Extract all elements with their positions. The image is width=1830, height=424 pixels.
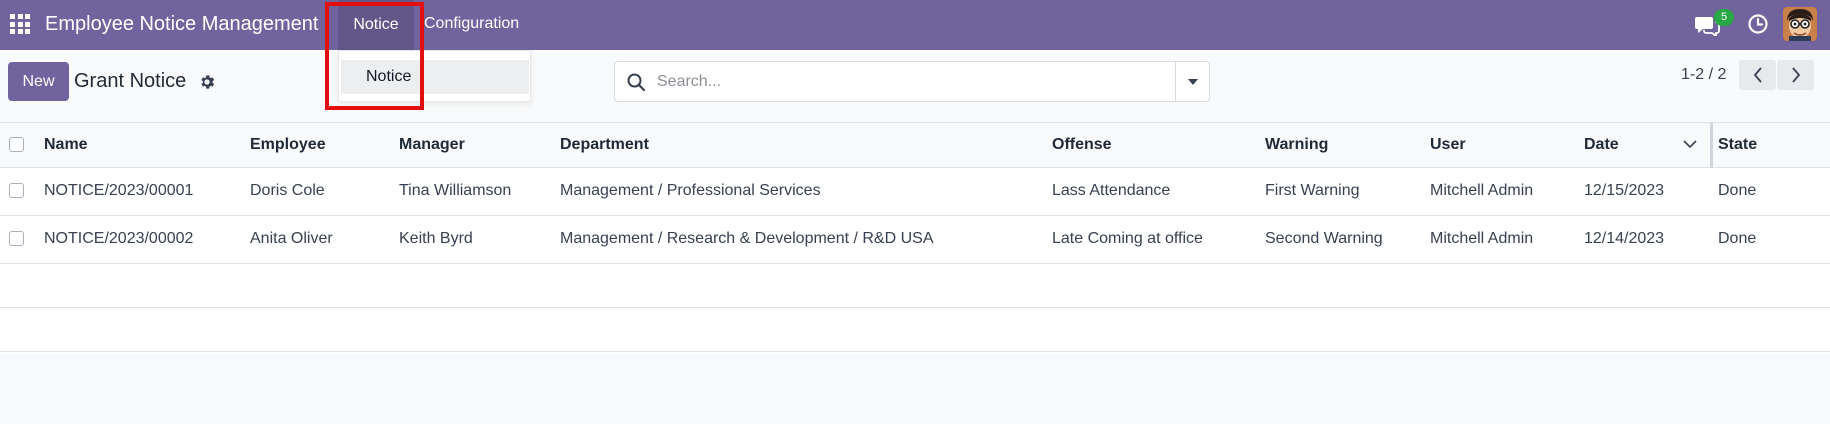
caret-down-icon: [1187, 78, 1198, 85]
column-header-user[interactable]: User: [1430, 136, 1466, 154]
menu-notice[interactable]: Notice: [338, 0, 414, 50]
empty-row: [0, 264, 1830, 308]
message-count-badge: 5: [1714, 9, 1734, 26]
cell-offense: Lass Attendance: [1052, 182, 1171, 199]
empty-row: [0, 308, 1830, 352]
page-title[interactable]: Grant Notice: [74, 70, 186, 93]
cell-department: Management / Professional Services: [560, 182, 821, 199]
cell-date: 12/14/2023: [1584, 230, 1665, 247]
column-header-state[interactable]: State: [1718, 136, 1757, 154]
cell-warning: Second Warning: [1265, 230, 1383, 247]
column-header-warning[interactable]: Warning: [1265, 136, 1328, 154]
notice-dropdown-menu: Notice: [338, 50, 531, 102]
cell-state: Done: [1718, 182, 1757, 199]
cell-employee: Doris Cole: [250, 182, 325, 199]
pager-value[interactable]: 1-2 / 2: [1681, 66, 1726, 84]
clock-icon[interactable]: [1747, 13, 1769, 35]
cell-employee: Anita Oliver: [250, 230, 333, 247]
column-header-employee[interactable]: Employee: [250, 136, 326, 154]
column-header-department[interactable]: Department: [560, 136, 649, 154]
cell-name: NOTICE/2023/00002: [44, 230, 194, 247]
table-row[interactable]: NOTICE/2023/00002 Anita Oliver Keith Byr…: [0, 216, 1830, 264]
cell-manager: Tina Williamson: [399, 182, 512, 199]
search-icon: [627, 73, 646, 92]
pager-previous-button[interactable]: [1739, 60, 1776, 90]
new-button[interactable]: New: [8, 62, 69, 101]
gear-icon[interactable]: [198, 73, 216, 91]
cell-user: Mitchell Admin: [1430, 182, 1534, 199]
app-title[interactable]: Employee Notice Management: [45, 13, 318, 36]
search-bar: [614, 61, 1210, 102]
search-options-toggle[interactable]: [1175, 62, 1209, 101]
control-panel: New Grant Notice 1-2 / 2: [0, 50, 1830, 122]
row-checkbox[interactable]: [9, 183, 24, 198]
table-footer-space: [0, 353, 1830, 424]
column-header-offense[interactable]: Offense: [1052, 136, 1112, 154]
column-resize-handle[interactable]: [1710, 123, 1713, 168]
column-header-date[interactable]: Date: [1584, 136, 1619, 154]
cell-manager: Keith Byrd: [399, 230, 473, 247]
cell-user: Mitchell Admin: [1430, 230, 1534, 247]
table-row[interactable]: NOTICE/2023/00001 Doris Cole Tina Willia…: [0, 168, 1830, 216]
search-input[interactable]: [657, 62, 1157, 101]
chevron-right-icon: [1791, 67, 1800, 83]
cell-state: Done: [1718, 230, 1757, 247]
cell-offense: Late Coming at office: [1052, 230, 1203, 247]
row-checkbox[interactable]: [9, 231, 24, 246]
cell-name: NOTICE/2023/00001: [44, 182, 194, 199]
sort-chevron-down-icon[interactable]: [1683, 140, 1697, 149]
select-all-checkbox[interactable]: [9, 137, 24, 152]
pager-next-button[interactable]: [1777, 60, 1814, 90]
cell-date: 12/15/2023: [1584, 182, 1665, 199]
column-header-name[interactable]: Name: [44, 136, 88, 154]
avatar[interactable]: [1783, 7, 1817, 41]
cell-department: Management / Research & Development / R&…: [560, 230, 934, 247]
list-view-table: Name Employee Manager Department Offense…: [0, 122, 1830, 424]
dropdown-item-notice[interactable]: Notice: [341, 60, 529, 94]
chevron-left-icon: [1753, 67, 1762, 83]
apps-grid-icon[interactable]: [10, 14, 30, 34]
column-header-manager[interactable]: Manager: [399, 136, 465, 154]
top-navbar: Employee Notice Management Notice Config…: [0, 0, 1830, 50]
cell-warning: First Warning: [1265, 182, 1360, 199]
menu-configuration[interactable]: Configuration: [424, 15, 519, 33]
table-header: Name Employee Manager Department Offense…: [0, 123, 1830, 168]
